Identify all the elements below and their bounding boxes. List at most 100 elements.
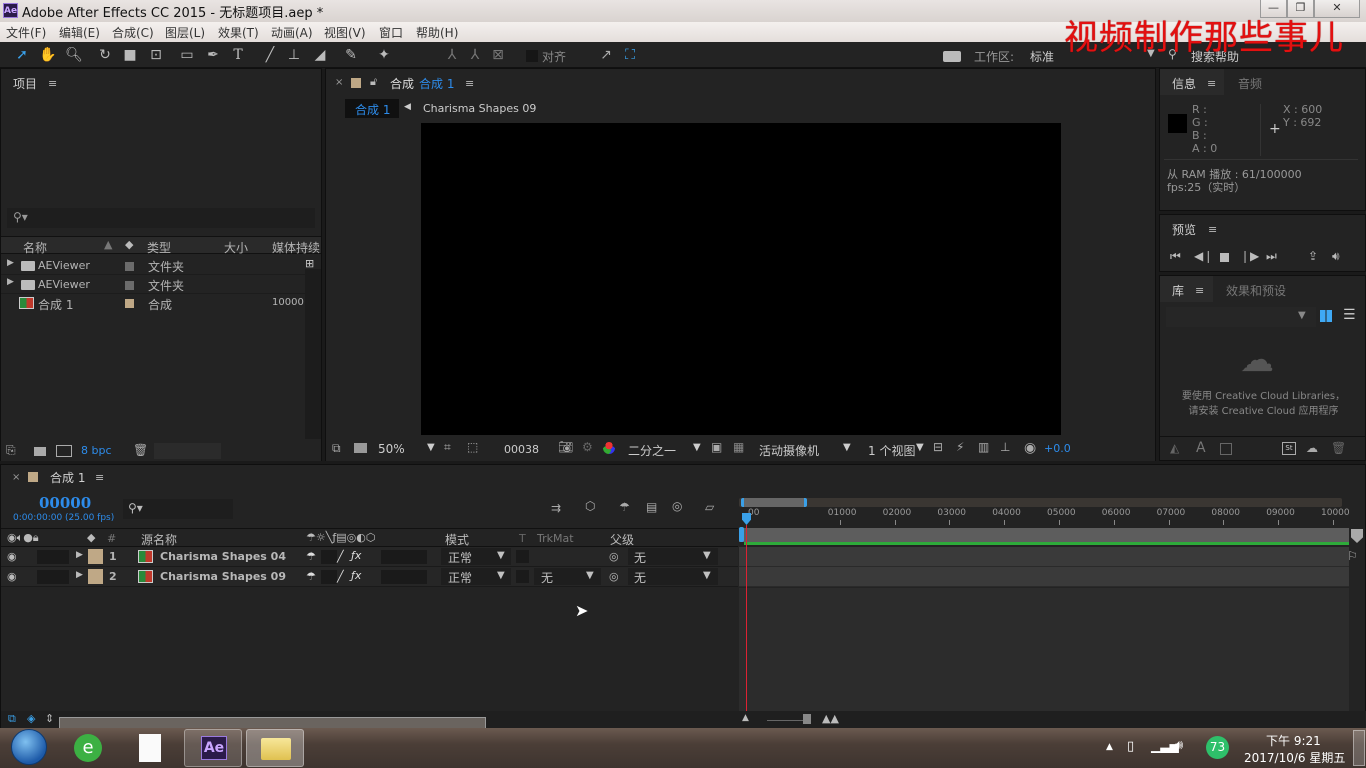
security-badge[interactable]: 73 <box>1206 736 1229 759</box>
panel-menu-icon[interactable]: ≡ <box>48 77 57 90</box>
brush-tool-icon[interactable]: ╱ <box>260 45 280 65</box>
shy-switch-icon[interactable]: ☂ <box>306 570 316 583</box>
motion-blur-switch[interactable] <box>396 570 412 584</box>
layer-duration-bar[interactable] <box>739 547 1349 567</box>
label-tag-icon[interactable]: ◆ <box>125 238 133 251</box>
frame-blending-icon[interactable]: ▤ <box>646 500 657 514</box>
trkmat-select[interactable]: 无 ▼ <box>534 568 601 585</box>
bit-depth-button[interactable]: 8 bpc <box>81 444 112 457</box>
snap-checkbox[interactable] <box>526 50 538 62</box>
close-tab-icon[interactable]: × <box>12 472 20 483</box>
eraser-tool-icon[interactable]: ◢ <box>310 45 330 65</box>
project-item-composition[interactable]: 合成 1 合成 10000 <box>1 294 305 313</box>
sort-ascending-icon[interactable]: ▲ <box>104 238 112 251</box>
layer-name[interactable]: Charisma Shapes 09 <box>160 570 286 583</box>
column-mode[interactable]: 模式 <box>445 531 469 548</box>
grid-view-icon[interactable] <box>1320 310 1332 322</box>
current-frame-display[interactable]: 00000 <box>39 494 91 512</box>
work-area-bar[interactable] <box>739 528 1349 542</box>
project-item-folder[interactable]: ▶ AEViewer 文件夹 <box>1 275 305 294</box>
motion-blur-switch[interactable] <box>396 550 412 564</box>
work-area-start-handle[interactable] <box>739 527 744 542</box>
show-snapshot-icon[interactable]: ⚙ <box>582 440 593 454</box>
add-graphic-icon[interactable] <box>1220 443 1232 455</box>
label-color-swatch[interactable] <box>88 549 103 564</box>
solo-toggle[interactable] <box>37 550 53 564</box>
frame-blend-switch[interactable] <box>381 550 397 564</box>
snapshot-icon[interactable]: 📷︎ <box>558 440 573 454</box>
tab-info[interactable]: 信息 ≡ <box>1160 69 1224 95</box>
blend-mode-select[interactable]: 正常 ▼ <box>441 568 511 585</box>
solo-toggle[interactable] <box>37 570 53 584</box>
label-color-swatch[interactable] <box>125 262 134 271</box>
zoom-dropdown-icon[interactable]: ▼ <box>427 442 435 453</box>
last-frame-icon[interactable]: ⏭ <box>1266 249 1277 264</box>
add-color-icon[interactable]: ◭ <box>1170 441 1179 455</box>
tab-library[interactable]: 库 ≡ <box>1160 276 1213 302</box>
menu-help[interactable]: 帮助(H) <box>416 24 458 41</box>
sync-status-icon[interactable]: ☁ <box>1306 441 1318 455</box>
3d-layer-switch[interactable] <box>411 570 427 584</box>
parent-select[interactable]: 无 ▼ <box>628 568 718 585</box>
preview-tab[interactable]: 预览 <box>1172 221 1196 238</box>
in-out-toggle-icon[interactable]: ⇕ <box>45 712 54 725</box>
comp-tab-name[interactable]: 合成 1 <box>419 75 454 92</box>
label-color-swatch[interactable] <box>88 569 103 584</box>
menu-view[interactable]: 视图(V) <box>324 24 366 41</box>
column-parent[interactable]: 父级 <box>610 531 634 548</box>
zoom-slider-track[interactable] <box>767 720 807 721</box>
label-color-swatch[interactable] <box>125 299 134 308</box>
next-frame-icon[interactable]: ❘▶ <box>1240 249 1259 263</box>
local-axis-icon[interactable]: ⅄ <box>442 45 462 65</box>
breadcrumb-layer[interactable]: Charisma Shapes 09 <box>423 102 536 115</box>
shy-switch-icon[interactable]: ☂ <box>306 550 316 563</box>
views-dropdown-icon[interactable]: ▼ <box>916 442 924 453</box>
browser-icon[interactable]: e <box>74 734 102 762</box>
zoom-select[interactable]: 50% <box>378 442 405 456</box>
lock-toggle[interactable] <box>53 550 69 564</box>
taskbar-after-effects[interactable]: Ae <box>184 729 242 767</box>
windows-start-button[interactable] <box>11 729 47 765</box>
timeline-search-input[interactable]: ⚲▾ <box>123 499 233 519</box>
lock-toggle[interactable] <box>53 570 69 584</box>
rotation-tool-icon[interactable]: ↻ <box>95 45 115 65</box>
column-name[interactable]: 名称 <box>23 239 47 256</box>
show-desktop-button[interactable] <box>1353 730 1365 766</box>
volume-icon[interactable]: 🔊︎ <box>1175 738 1183 753</box>
quality-switch-icon[interactable]: ╱ <box>337 550 344 563</box>
menu-composition[interactable]: 合成(C) <box>112 24 154 41</box>
show-hidden-icons[interactable]: ▲ <box>1106 742 1113 752</box>
clock-date[interactable]: 2017/10/6 星期五 <box>1244 749 1345 766</box>
label-tag-icon[interactable]: ◆ <box>87 531 95 544</box>
roto-brush-tool-icon[interactable]: ✎ <box>341 45 361 65</box>
panel-menu-icon[interactable]: ≡ <box>1195 284 1204 297</box>
time-graph[interactable]: 00 01000 02000 03000 04000 05000 06000 07000 080… <box>739 495 1350 727</box>
always-preview-icon[interactable]: ⧉ <box>332 441 341 456</box>
type-tool-icon[interactable]: T <box>228 45 248 65</box>
preserve-transparency-toggle[interactable] <box>516 550 529 563</box>
menu-file[interactable]: 文件(F) <box>6 24 46 41</box>
resolution-select[interactable]: 二分之一 <box>628 442 676 459</box>
document-icon[interactable] <box>139 734 161 762</box>
camera-select[interactable]: 活动摄像机 <box>759 442 819 459</box>
zoom-in-icon[interactable]: ▲▲ <box>822 712 839 725</box>
pen-tool-icon[interactable]: ✒ <box>203 45 223 65</box>
panel-menu-icon[interactable]: ≡ <box>1208 223 1217 236</box>
column-trkmat[interactable]: TrkMat <box>537 532 574 545</box>
zoom-out-icon[interactable]: ▲ <box>742 713 749 723</box>
trash-icon[interactable]: 🗑︎ <box>133 443 148 457</box>
tab-effects-presets[interactable]: 效果和预设 <box>1226 282 1286 299</box>
panel-menu-icon[interactable]: ≡ <box>95 471 104 484</box>
previous-frame-icon[interactable]: ◀❘ <box>1194 249 1213 263</box>
exposure-value[interactable]: +0.0 <box>1044 442 1071 455</box>
collapse-switch[interactable] <box>321 550 337 564</box>
rectangle-tool-icon[interactable]: ▭ <box>177 45 197 65</box>
column-type[interactable]: 类型 <box>147 239 171 256</box>
vr-icon[interactable] <box>943 51 961 62</box>
toggle-transparency-icon[interactable]: ▦ <box>733 440 744 454</box>
transparency-grid-icon[interactable]: ⬚ <box>467 440 478 454</box>
clone-stamp-tool-icon[interactable]: ⊥ <box>284 45 304 65</box>
fast-draft-icon[interactable]: ⚡︎ <box>956 440 964 454</box>
power-icon[interactable]: ▯ <box>1127 739 1134 754</box>
views-select[interactable]: 1 个视图 <box>868 442 915 459</box>
